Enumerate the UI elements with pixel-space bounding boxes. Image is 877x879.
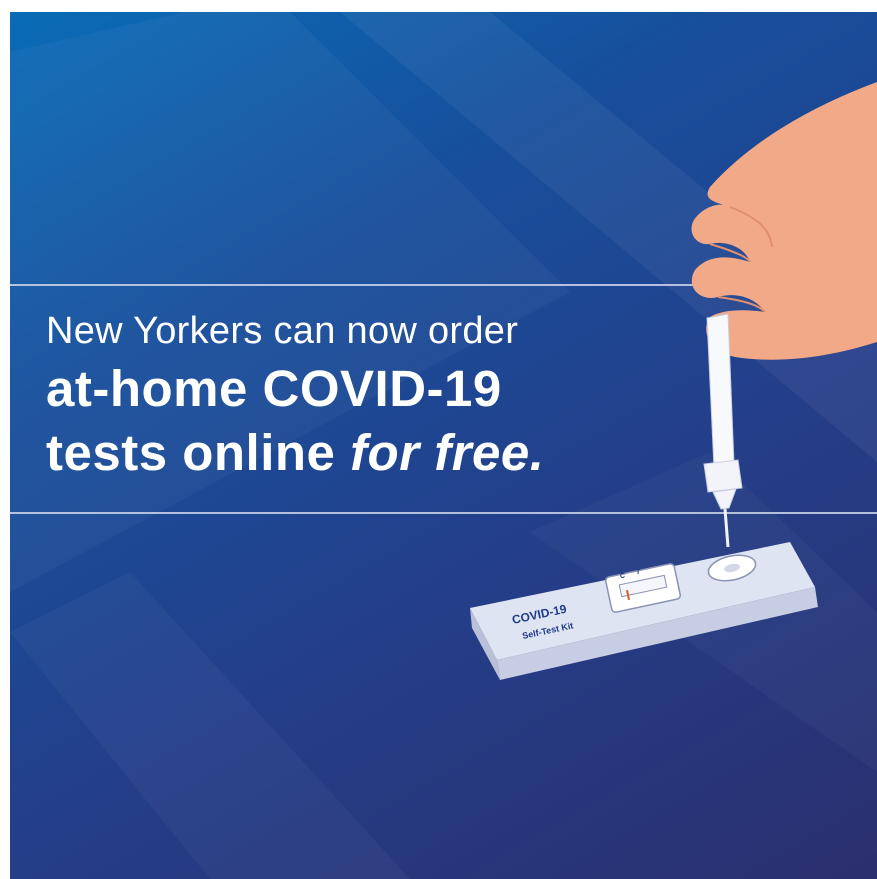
test-cassette-icon: COVID-19 Self-Test Kit C T	[470, 542, 818, 680]
test-mark: T	[636, 569, 641, 576]
control-mark: C	[620, 573, 625, 580]
test-illustration: COVID-19 Self-Test Kit C T	[470, 82, 877, 680]
covid-test-poster: New Yorkers can now order at-home COVID-…	[10, 12, 877, 879]
